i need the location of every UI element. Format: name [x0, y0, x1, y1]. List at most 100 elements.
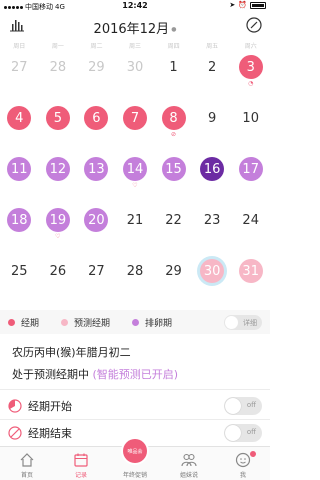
tab-record[interactable]: 记录 [54, 447, 108, 480]
tab-sisters[interactable]: 姐妹说 [162, 447, 216, 480]
phase-status: 处于预测经期中 (智能预测已开启) [12, 366, 178, 382]
legend-dot [132, 318, 140, 326]
calendar-week: 25 26 27 28 29 30 31 [0, 256, 270, 296]
toggle-knob [225, 316, 238, 329]
calendar-day[interactable]: 5 [39, 103, 77, 143]
tab-label: 我 [239, 472, 246, 479]
day-number: 27 [88, 263, 105, 279]
calendar-day[interactable]: 23 [193, 205, 231, 245]
day-number: 21 [126, 212, 144, 228]
calendar-day[interactable]: 26 [39, 256, 77, 296]
legend-dot [61, 318, 69, 326]
switch-knob [225, 425, 241, 441]
status-bar: 中国移动 4G 12:42 ➤ ⏰ [0, 0, 270, 12]
calendar-week: 18 19 ♡ 20 21 22 23 24 [0, 205, 270, 245]
day-number: 1 [169, 59, 178, 75]
weekday-label: 周五 [206, 43, 219, 50]
calendar-day[interactable]: 21 [116, 205, 154, 245]
period-start-switch[interactable]: off [224, 397, 262, 415]
tab-home[interactable]: 首页 [0, 447, 54, 480]
calendar-day[interactable]: 14 ♡ [116, 154, 154, 194]
day-number: 18 [7, 208, 32, 232]
calendar-day[interactable]: 20 [77, 205, 115, 245]
tab-label: 记录 [74, 472, 87, 479]
setting-period-start: 经期开始 off [0, 393, 270, 419]
calendar-day[interactable]: 28 [39, 52, 77, 92]
legend-label: 经期 [21, 318, 40, 329]
calendar-week: 4 5 6 7 8 ⊘ 9 10 [0, 103, 270, 143]
month-title-text: 2016年12月 [93, 22, 170, 37]
legend-bar: 经期 预测经期 排卵期 详细 [0, 310, 270, 334]
calendar-day[interactable]: 8 ⊘ [155, 103, 193, 143]
period-end-icon [8, 426, 22, 440]
month-title[interactable]: 2016年12月 ● [0, 18, 270, 37]
day-number: 5 [45, 106, 70, 130]
status-right: ➤ ⏰ [229, 1, 266, 9]
edit-icon[interactable] [246, 17, 262, 33]
calendar-day[interactable]: 12 [39, 154, 77, 194]
legend-item-predicted: 预测经期 [61, 316, 110, 329]
calendar-day[interactable]: 29 [155, 256, 193, 296]
day-number: 23 [203, 212, 221, 228]
calendar-day[interactable]: 19 ♡ [39, 205, 77, 245]
profile-icon [235, 452, 251, 468]
day-number: 16 [200, 157, 225, 181]
day-number: 22 [165, 212, 182, 228]
calendar-day[interactable]: 24 [232, 205, 270, 245]
calendar-day[interactable]: 6 [77, 103, 115, 143]
switch-knob [225, 398, 241, 414]
tab-promo[interactable]: 唯品会 年终促销 [108, 439, 162, 480]
weekday-label: 周日 [13, 43, 26, 50]
day-number: 25 [11, 263, 28, 279]
calendar-day[interactable]: 4 [0, 103, 38, 143]
legend-item-ovulation: 排卵期 [132, 316, 172, 329]
calendar-day[interactable]: 25 [0, 256, 38, 296]
detail-toggle[interactable]: 详细 [224, 315, 262, 330]
detail-toggle-label: 详细 [243, 319, 257, 327]
period-start-mark-icon: ◔ [248, 80, 254, 87]
dropdown-dot-icon: ● [171, 26, 177, 33]
calendar-day[interactable]: 30 [193, 256, 231, 296]
tab-bar: 首页 记录 唯品会 年终促销 姐妹说 我 [0, 439, 270, 480]
calendar-day[interactable]: 1 [155, 52, 193, 92]
calendar-day[interactable]: 2 [193, 52, 231, 92]
day-number: 2 [208, 59, 217, 75]
calendar-day[interactable]: 31 [232, 256, 270, 296]
legend-label: 排卵期 [145, 318, 173, 329]
heart-icon: ♡ [132, 182, 138, 189]
calendar-day[interactable]: 11 [0, 154, 38, 194]
calendar-day[interactable]: 3 ◔ [232, 52, 270, 92]
calendar-day[interactable]: 16 [193, 154, 231, 194]
calendar-day[interactable]: 18 [0, 205, 38, 245]
calendar-day[interactable]: 28 [116, 256, 154, 296]
calendar-day[interactable]: 10 [232, 103, 270, 143]
phase-text: 处于预测经期中 [12, 368, 89, 381]
day-number: 31 [238, 259, 263, 283]
lunar-date: 农历丙申(猴)年腊月初二 [12, 346, 131, 359]
calendar-day[interactable]: 7 [116, 103, 154, 143]
day-number: 24 [242, 212, 259, 228]
day-number: 27 [11, 59, 28, 75]
calendar-day[interactable]: 29 [77, 52, 115, 92]
calendar-day[interactable]: 9 [193, 103, 231, 143]
period-end-switch[interactable]: off [224, 424, 262, 442]
day-number: 29 [165, 263, 182, 279]
promo-icon: 唯品会 [123, 439, 147, 463]
calendar-day[interactable]: 30 [116, 52, 154, 92]
day-number: 20 [84, 208, 109, 232]
day-number: 13 [84, 157, 109, 181]
calendar-day[interactable]: 13 [77, 154, 115, 194]
calendar-day[interactable]: 27 [0, 52, 38, 92]
calendar-day[interactable]: 22 [155, 205, 193, 245]
weekday-label: 周三 [129, 43, 142, 50]
calendar-day[interactable]: 17 [232, 154, 270, 194]
alarm-icon: ⏰ [238, 1, 247, 9]
calendar-day[interactable]: 15 [155, 154, 193, 194]
tab-label: 年终促销 [122, 472, 147, 479]
calendar-day[interactable]: 27 [77, 256, 115, 296]
tab-me[interactable]: 我 [216, 447, 270, 480]
day-number: 12 [45, 157, 70, 181]
legend-label: 预测经期 [74, 318, 111, 329]
day-number: 14 [123, 157, 147, 181]
day-number: 11 [7, 157, 32, 181]
